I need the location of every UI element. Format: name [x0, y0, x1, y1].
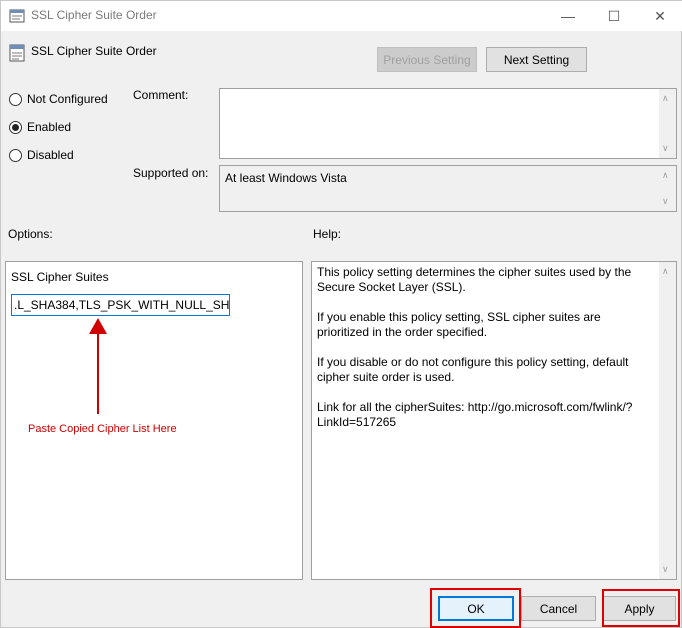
options-panel: SSL Cipher Suites .L_SHA384,TLS_PSK_WITH… [5, 261, 303, 580]
radio-circle[interactable] [9, 92, 22, 106]
help-label: Help: [313, 227, 342, 241]
radio-disabled[interactable]: Disabled [9, 148, 74, 162]
scroll-up-icon[interactable]: ∧ [662, 170, 669, 181]
scroll-up-icon[interactable]: ∧ [662, 93, 669, 104]
cipher-suites-label: SSL Cipher Suites [11, 270, 109, 284]
policy-icon [9, 9, 25, 23]
radio-label: Enabled [27, 120, 72, 134]
cancel-button[interactable]: Cancel [521, 596, 596, 621]
scroll-down-icon[interactable]: ∨ [662, 564, 669, 575]
setting-title: SSL Cipher Suite Order [31, 44, 157, 58]
maximize-icon[interactable]: ☐ [591, 1, 637, 31]
paste-annotation: Paste Copied Cipher List Here [28, 423, 177, 435]
help-panel: This policy setting determines the ciphe… [311, 261, 677, 580]
radio-not-configured[interactable]: Not Configured [9, 92, 108, 106]
radio-label: Disabled [27, 148, 74, 162]
window-title: SSL Cipher Suite Order [31, 8, 157, 22]
help-paragraph: If you enable this policy setting, SSL c… [317, 310, 601, 339]
radio-label: Not Configured [27, 92, 108, 106]
title-bar: SSL Cipher Suite Order — ☐ ✕ [1, 1, 682, 31]
scroll-down-icon[interactable]: ∨ [662, 196, 669, 207]
close-icon[interactable]: ✕ [637, 1, 682, 31]
radio-circle[interactable] [9, 148, 22, 162]
help-text: This policy setting determines the ciphe… [317, 265, 652, 445]
minimize-icon[interactable]: — [545, 1, 591, 31]
help-paragraph: This policy setting determines the ciphe… [317, 265, 632, 294]
policy-setting-icon [9, 44, 25, 62]
previous-setting-button[interactable]: Previous Setting [377, 47, 477, 72]
comment-label: Comment: [133, 88, 189, 102]
supported-scrollbar[interactable]: ∧ ∨ [659, 166, 676, 211]
supported-on-field: At least Windows Vista ∧ ∨ [219, 165, 677, 212]
next-setting-button[interactable]: Next Setting [486, 47, 587, 72]
scroll-down-icon[interactable]: ∨ [662, 143, 669, 154]
radio-enabled[interactable]: Enabled [9, 120, 71, 134]
supported-on-label: Supported on: [133, 166, 209, 180]
up-arrow-annotation-icon [89, 318, 107, 414]
ok-button[interactable]: OK [438, 596, 514, 621]
cipher-suites-input[interactable]: .L_SHA384,TLS_PSK_WITH_NULL_SHA256 [11, 294, 230, 316]
help-paragraph: Link for all the cipherSuites: http://go… [317, 400, 633, 429]
apply-button[interactable]: Apply [603, 596, 676, 621]
supported-on-value: At least Windows Vista [225, 171, 347, 185]
help-scrollbar[interactable]: ∧ ∨ [659, 262, 676, 579]
dialog-window: SSL Cipher Suite Order — ☐ ✕ SSL Cipher … [0, 0, 682, 628]
comment-field[interactable]: ∧ ∨ [219, 88, 677, 159]
options-label: Options: [8, 227, 53, 241]
comment-scrollbar[interactable]: ∧ ∨ [659, 89, 676, 158]
radio-circle[interactable] [9, 120, 22, 134]
help-paragraph: If you disable or do not configure this … [317, 355, 629, 384]
scroll-up-icon[interactable]: ∧ [662, 266, 669, 277]
